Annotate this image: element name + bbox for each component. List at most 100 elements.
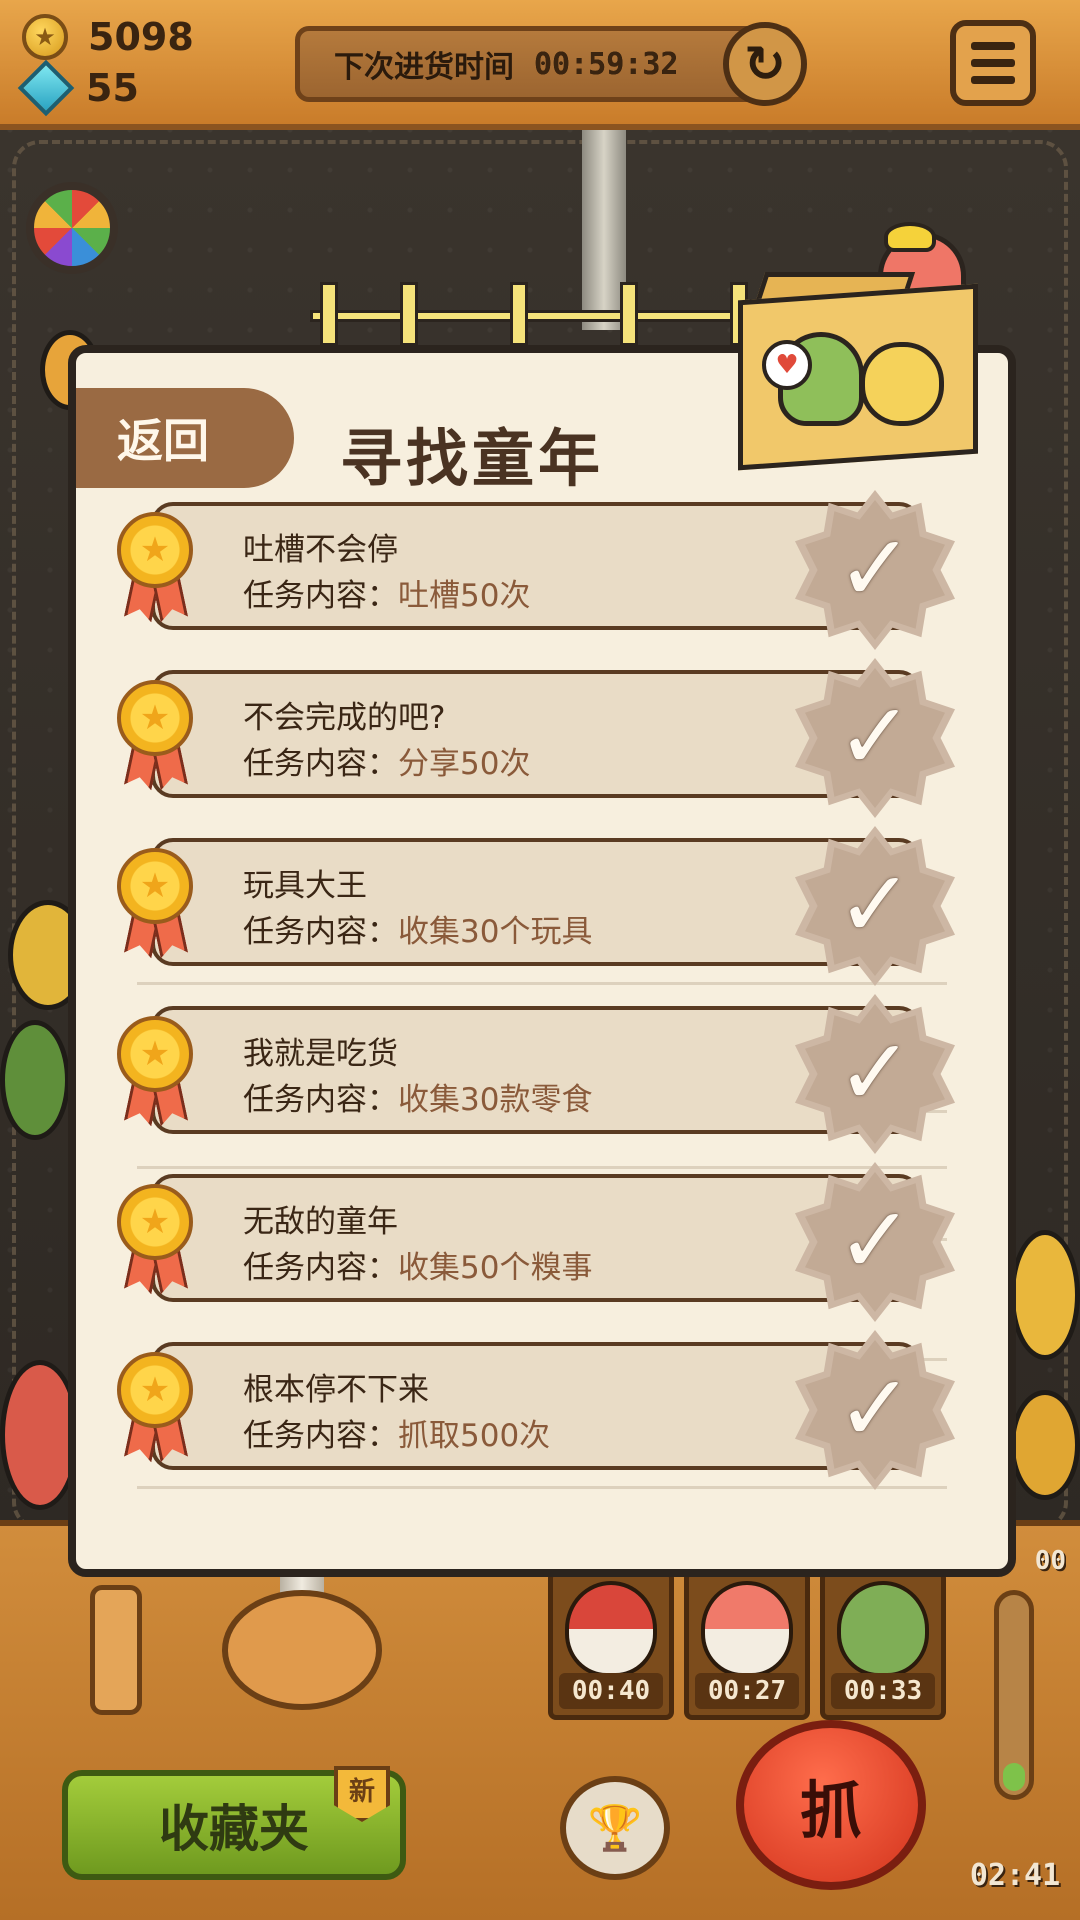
menu-icon-bar [971,42,1015,50]
checkmark-icon: ✓ [836,515,914,622]
medal-icon: ★ [115,680,195,790]
round-timer: 02:41 [969,1858,1061,1893]
refresh-button[interactable]: ↻ [723,22,807,106]
task-description: 任务内容：抓取500次 [243,1410,550,1455]
coin-value: 5098 [88,15,194,59]
dialog-title: 寻找童年 [340,422,605,495]
menu-button[interactable] [950,20,1036,106]
task-description: 任务内容：收集50个糗事 [243,1242,592,1287]
completed-check-icon: ✓ [795,1162,955,1322]
coin-counter: ★ 5098 [22,14,194,60]
medal-icon: ★ [115,848,195,958]
completed-check-icon: ✓ [795,994,955,1154]
prize-timer: 00:40 [559,1673,663,1709]
medal-star-icon: ★ [117,680,193,756]
lucky-wheel-icon[interactable] [26,182,118,274]
prize-timer: 00:27 [695,1673,799,1709]
task-title: 根本停不下来 [243,1372,429,1408]
completed-check-icon: ✓ [795,826,955,986]
gem-counter: 55 [17,59,139,117]
checkmark-icon: ✓ [836,851,914,958]
prize-dumpling-icon [837,1581,929,1677]
completed-check-icon: ✓ [795,1330,955,1490]
completed-check-icon: ✓ [795,490,955,650]
power-meter-fill [1003,1763,1025,1791]
task-description: 任务内容：分享50次 [243,738,530,783]
fence-post [510,282,528,346]
task-desc-prefix: 任务内容： [243,1418,398,1454]
task-content: 抓取500次 [398,1418,551,1454]
task-content: 分享50次 [398,746,531,782]
prize-egg-icon [701,1581,793,1677]
task-desc-prefix: 任务内容： [243,746,398,782]
checkmark-icon: ✓ [836,1187,914,1294]
task-title: 我就是吃货 [243,1036,398,1072]
task-title: 无敌的童年 [243,1204,398,1240]
task-desc-prefix: 任务内容： [243,578,398,614]
refresh-icon: ↻ [744,35,786,93]
medal-star-icon: ★ [117,848,193,924]
completed-check-icon: ✓ [795,658,955,818]
task-item[interactable]: ★ 我就是吃货 任务内容：收集30款零食 ✓ [115,994,955,1154]
trophy-icon: 🏆 [587,1803,643,1854]
checkmark-icon: ✓ [836,683,914,790]
prize-slot[interactable]: 00:27 [684,1570,810,1720]
coin-icon: ★ [22,14,68,60]
trophy-button[interactable]: 🏆 [560,1776,670,1880]
joystick[interactable] [222,1590,382,1710]
medal-star-icon: ★ [117,1184,193,1260]
menu-icon-bar [971,59,1015,67]
restock-label: 下次进货时间 [334,50,514,85]
medal-star-icon: ★ [117,512,193,588]
fence-rail [310,310,780,322]
power-meter [994,1590,1034,1800]
grab-button[interactable]: 抓 [736,1720,926,1890]
medal-icon: ★ [115,1016,195,1126]
task-item[interactable]: ★ 吐槽不会停 任务内容：吐槽50次 ✓ [115,490,955,650]
prize-ball [1010,1230,1080,1360]
restock-timer: 下次进货时间 00:59:32 [295,26,795,102]
coin-slot [90,1585,142,1715]
heart-bubble-icon: ♥ [762,340,812,390]
task-item[interactable]: ★ 无敌的童年 任务内容：收集50个糗事 ✓ [115,1162,955,1322]
prize-egg-icon [565,1581,657,1677]
menu-icon-bar [971,76,1015,84]
prize-timer: 00:33 [831,1673,935,1709]
fence-post [400,282,418,346]
fence-post [620,282,638,346]
task-title: 吐槽不会停 [243,532,398,568]
back-button[interactable]: 返回 [76,388,294,488]
grab-label: 抓 [799,1774,862,1847]
medal-icon: ★ [115,1184,195,1294]
task-content: 收集30款零食 [398,1082,593,1118]
task-title: 不会完成的吧? [243,700,446,736]
task-description: 任务内容：收集30个玩具 [243,906,592,951]
gem-icon [17,59,75,117]
task-item[interactable]: ★ 玩具大王 任务内容：收集30个玩具 ✓ [115,826,955,986]
fence-post [320,282,338,346]
task-item[interactable]: ★ 根本停不下来 任务内容：抓取500次 ✓ [115,1330,955,1490]
task-description: 任务内容：吐槽50次 [243,570,530,615]
prize-slot[interactable]: 00:33 [820,1570,946,1720]
medal-star-icon: ★ [117,1016,193,1092]
task-content: 吐槽50次 [398,578,531,614]
task-desc-prefix: 任务内容： [243,1082,398,1118]
task-list: ★ 吐槽不会停 任务内容：吐槽50次 ✓ ★ 不会完成的吧? 任务内容：分享50… [115,490,955,1498]
checkmark-icon: ✓ [836,1355,914,1462]
task-title: 玩具大王 [243,868,367,904]
checkmark-icon: ✓ [836,1019,914,1126]
mascot-yellow-character [860,342,944,426]
task-item[interactable]: ★ 不会完成的吧? 任务内容：分享50次 ✓ [115,658,955,818]
prize-slot[interactable]: 00:40 [548,1570,674,1720]
back-label: 返回 [117,414,209,468]
collection-label: 收藏夹 [159,1800,309,1858]
task-content: 收集50个糗事 [398,1250,593,1286]
task-desc-prefix: 任务内容： [243,914,398,950]
prize-ball [0,1020,70,1140]
restock-time: 00:59:32 [534,46,679,82]
mascot-box-illustration: ♥ [728,222,1028,472]
prize-ball [1010,1390,1080,1500]
task-desc-prefix: 任务内容： [243,1250,398,1286]
mascot-hat [884,222,936,252]
gem-value: 55 [86,66,139,110]
